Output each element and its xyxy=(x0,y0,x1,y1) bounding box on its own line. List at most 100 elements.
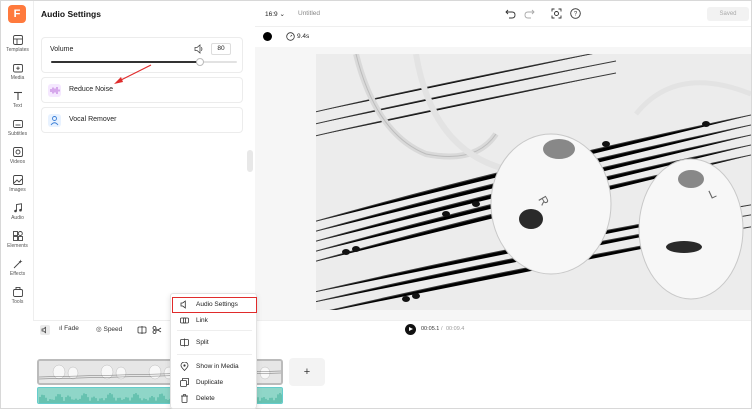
speed-icon: ◎ xyxy=(96,326,102,333)
svg-text:?: ? xyxy=(574,12,578,18)
total-time: 00:09.4 xyxy=(446,326,465,332)
trash-icon xyxy=(181,394,188,403)
menu-label: Split xyxy=(196,339,209,346)
menu-item-split[interactable]: Split xyxy=(171,336,258,350)
clip-duration: 9.4s xyxy=(297,33,310,40)
chevron-down-icon: ⌄ xyxy=(279,11,285,18)
menu-label: Show in Media xyxy=(196,363,239,370)
fade-label: Fade xyxy=(64,325,79,332)
rail-item-effects[interactable]: Effects xyxy=(1,259,34,285)
add-clip-button[interactable]: + xyxy=(289,358,325,386)
panel-title: Audio Settings xyxy=(41,9,101,19)
rail-label: Tools xyxy=(11,299,24,305)
volume-slider-fill xyxy=(51,61,200,63)
duplicate-icon xyxy=(180,378,189,387)
speed-label: Speed xyxy=(103,326,123,333)
subtitles-icon xyxy=(12,120,23,128)
time-separator: / xyxy=(441,326,443,332)
scissors-icon[interactable] xyxy=(152,325,162,335)
left-rail: F Templates Media Text Subtitles Videos … xyxy=(1,1,34,321)
preview-image[interactable]: R L xyxy=(316,54,751,310)
fade-icon: ıl xyxy=(59,325,63,332)
split-icon xyxy=(180,338,189,347)
waveform-icon xyxy=(48,84,61,97)
audio-settings-panel: Audio Settings Volume 80 Reduce Noise Vo… xyxy=(34,1,249,321)
rail-label: Videos xyxy=(9,159,26,165)
volume-slider[interactable] xyxy=(51,58,237,66)
volume-label: Volume xyxy=(50,46,74,53)
timeline-toolbar: ıl Fade ◎ Speed 00:05.1 / 00:09.4 xyxy=(34,321,751,339)
menu-label: Delete xyxy=(196,395,215,402)
elements-icon xyxy=(12,231,23,241)
rail-label: Subtitles xyxy=(7,131,28,137)
earbuds-sheet-music-image: R L xyxy=(316,54,751,310)
audio-icon xyxy=(13,203,22,213)
screenshot-icon[interactable] xyxy=(551,8,562,19)
volume-icon[interactable] xyxy=(40,325,50,335)
rail-item-audio[interactable]: Audio xyxy=(1,203,34,229)
menu-item-delete[interactable]: Delete xyxy=(171,392,258,406)
rail-label: Media xyxy=(10,75,25,81)
redo-icon[interactable] xyxy=(524,8,535,19)
images-icon xyxy=(12,175,23,185)
vocal-remover-option[interactable]: Vocal Remover xyxy=(41,107,243,133)
rail-item-text[interactable]: Text xyxy=(1,91,34,117)
volume-slider-knob[interactable] xyxy=(195,58,204,66)
timer-icon[interactable] xyxy=(286,32,295,41)
rail-item-images[interactable]: Images xyxy=(1,175,34,201)
aspect-ratio-value: 16:9 xyxy=(265,11,278,18)
menu-item-link[interactable]: Link xyxy=(171,314,258,328)
annotation-highlight-box xyxy=(172,297,257,313)
text-icon xyxy=(13,91,22,100)
play-button[interactable] xyxy=(405,324,416,335)
reduce-noise-option[interactable]: Reduce Noise xyxy=(41,77,243,103)
rail-item-subtitles[interactable]: Subtitles xyxy=(1,119,34,145)
rail-label: Elements xyxy=(7,243,28,249)
menu-item-show-in-media[interactable]: Show in Media xyxy=(171,360,258,374)
saved-button[interactable]: Saved xyxy=(707,7,749,21)
templates-icon xyxy=(12,35,23,45)
rail-item-tools[interactable]: Tools xyxy=(1,287,34,313)
rail-item-elements[interactable]: Elements xyxy=(1,231,34,257)
person-icon xyxy=(48,114,61,127)
location-icon xyxy=(180,362,189,371)
vocal-remover-label: Vocal Remover xyxy=(69,116,117,123)
menu-divider xyxy=(177,354,252,355)
undo-icon[interactable] xyxy=(505,8,516,19)
volume-card: Volume 80 xyxy=(41,37,243,73)
context-menu: Audio Settings Link Split Show in Media … xyxy=(170,293,257,409)
menu-divider xyxy=(177,330,252,331)
volume-value-input[interactable]: 80 xyxy=(211,43,231,55)
rail-item-videos[interactable]: Videos xyxy=(1,147,34,173)
current-time: 00:05.1 xyxy=(421,326,440,332)
rail-label: Text xyxy=(12,103,23,109)
reduce-noise-label: Reduce Noise xyxy=(69,86,113,93)
panel-collapse-handle[interactable] xyxy=(247,150,253,172)
fade-button[interactable]: ıl Fade xyxy=(59,325,79,332)
help-icon[interactable]: ? xyxy=(570,8,581,19)
menu-label: Link xyxy=(196,317,208,324)
menu-label: Duplicate xyxy=(196,379,224,386)
videos-icon xyxy=(12,147,23,157)
effects-icon xyxy=(13,259,22,269)
aspect-ratio-dropdown[interactable]: 16:9 ⌄ xyxy=(265,10,285,18)
rail-item-templates[interactable]: Templates xyxy=(1,35,34,61)
rail-label: Templates xyxy=(6,47,29,53)
speaker-icon[interactable] xyxy=(194,44,204,54)
document-title[interactable]: Untitled xyxy=(298,10,320,17)
background-color-swatch[interactable] xyxy=(263,32,272,41)
editor-topbar: 16:9 ⌄ Untitled ? Saved xyxy=(255,1,751,27)
rail-label: Images xyxy=(9,187,26,193)
canvas-toolbar: 9.4s xyxy=(255,27,751,47)
app-logo[interactable]: F xyxy=(8,5,26,23)
rail-item-media[interactable]: Media xyxy=(1,63,34,89)
timeline: ıl Fade ◎ Speed 00:05.1 / 00:09.4 + xyxy=(34,320,751,408)
link-icon xyxy=(180,317,189,324)
speed-button[interactable]: ◎ Speed xyxy=(96,325,122,333)
menu-item-duplicate[interactable]: Duplicate xyxy=(171,376,258,390)
rail-label: Effects xyxy=(9,271,26,277)
media-icon xyxy=(12,64,23,73)
rail-label: Audio xyxy=(11,215,24,221)
split-clip-icon[interactable] xyxy=(137,325,147,335)
tools-icon xyxy=(12,287,23,297)
